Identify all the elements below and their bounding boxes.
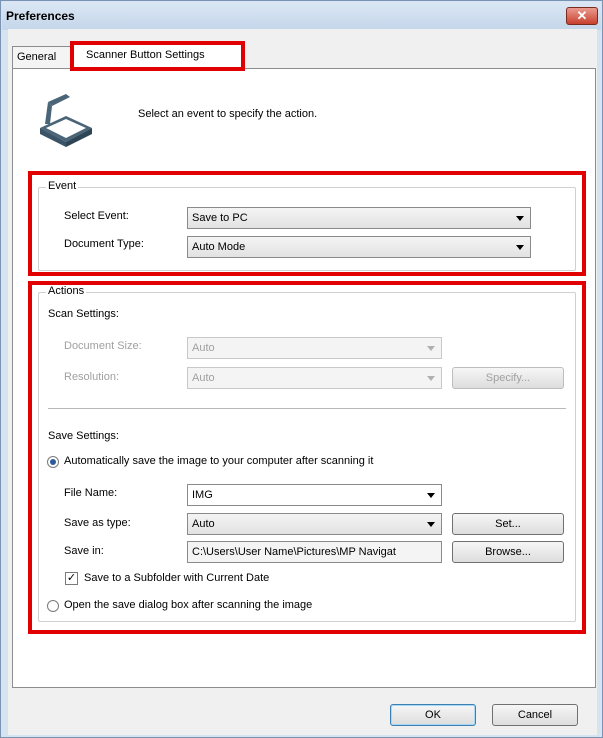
save-in-label: Save in: [64, 545, 104, 557]
save-in-value: C:\Users\User Name\Pictures\MP Navigat [192, 546, 396, 558]
auto-save-radio[interactable] [47, 456, 59, 468]
chevron-down-icon [427, 376, 435, 381]
file-name-field[interactable]: IMG [187, 484, 442, 506]
file-name-label: File Name: [64, 487, 118, 499]
open-dialog-label[interactable]: Open the save dialog box after scanning … [64, 599, 312, 611]
save-in-field[interactable]: C:\Users\User Name\Pictures\MP Navigat [187, 541, 442, 563]
file-name-value: IMG [192, 489, 213, 501]
document-type-label: Document Type: [64, 238, 144, 250]
tab-general[interactable]: General [12, 46, 74, 68]
save-settings-label: Save Settings: [48, 430, 119, 442]
resolution-dropdown[interactable]: Auto [187, 367, 442, 389]
check-icon: ✓ [66, 572, 77, 584]
event-group-title: Event [46, 180, 79, 192]
ok-button[interactable]: OK [390, 704, 476, 726]
tab-scanner-button-settings-label: Scanner Button Settings [86, 49, 205, 61]
browse-button[interactable]: Browse... [452, 541, 564, 563]
set-button[interactable]: Set... [452, 513, 564, 535]
close-button[interactable]: ✕ [566, 7, 598, 25]
chevron-down-icon [427, 522, 435, 527]
select-event-dropdown[interactable]: Save to PC [187, 207, 531, 229]
save-as-type-value: Auto [192, 518, 215, 530]
actions-group-title: Actions [46, 285, 87, 297]
document-size-dropdown[interactable]: Auto [187, 337, 442, 359]
event-group [38, 187, 576, 271]
chevron-down-icon [516, 245, 524, 250]
save-as-type-dropdown[interactable]: Auto [187, 513, 442, 535]
document-type-value: Auto Mode [192, 241, 246, 253]
intro-text: Select an event to specify the action. [138, 108, 318, 120]
select-event-label: Select Event: [64, 210, 129, 222]
document-size-label: Document Size: [64, 340, 142, 352]
chevron-down-icon [427, 346, 435, 351]
divider [48, 408, 566, 409]
chevron-down-icon [516, 216, 524, 221]
resolution-label: Resolution: [64, 371, 120, 383]
save-as-type-label: Save as type: [64, 517, 131, 529]
document-size-value: Auto [192, 342, 215, 354]
document-type-dropdown[interactable]: Auto Mode [187, 236, 531, 258]
scanner-icon [36, 94, 96, 148]
chevron-down-icon [427, 493, 435, 498]
subfolder-checkbox[interactable]: ✓ [65, 572, 78, 585]
open-dialog-radio[interactable] [47, 600, 59, 612]
cancel-button[interactable]: Cancel [492, 704, 578, 726]
auto-save-label[interactable]: Automatically save the image to your com… [64, 455, 373, 467]
tab-scanner-button-settings[interactable]: Scanner Button Settings [73, 44, 243, 69]
close-icon: ✕ [576, 8, 588, 23]
scan-settings-label: Scan Settings: [48, 308, 119, 320]
resolution-value: Auto [192, 372, 215, 384]
select-event-value: Save to PC [192, 212, 248, 224]
specify-button[interactable]: Specify... [452, 367, 564, 389]
subfolder-label[interactable]: Save to a Subfolder with Current Date [84, 572, 269, 584]
tab-general-label: General [17, 51, 57, 63]
window-title: Preferences [6, 9, 75, 23]
title-bar[interactable]: Preferences ✕ [2, 2, 601, 30]
